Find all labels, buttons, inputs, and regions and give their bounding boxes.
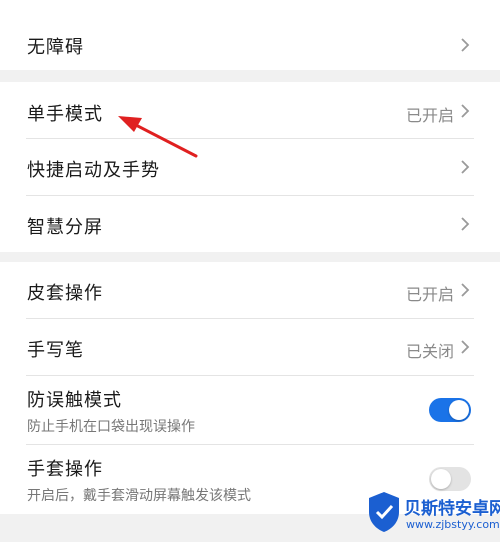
watermark-text: 贝斯特安卓网: [404, 499, 500, 519]
annotation-arrow-icon: [118, 116, 198, 158]
watermark: 贝斯特安卓网 www.zjbstyy.com: [366, 488, 500, 540]
shield-logo-icon: [369, 492, 399, 532]
watermark-url: www.zjbstyy.com: [406, 518, 500, 531]
